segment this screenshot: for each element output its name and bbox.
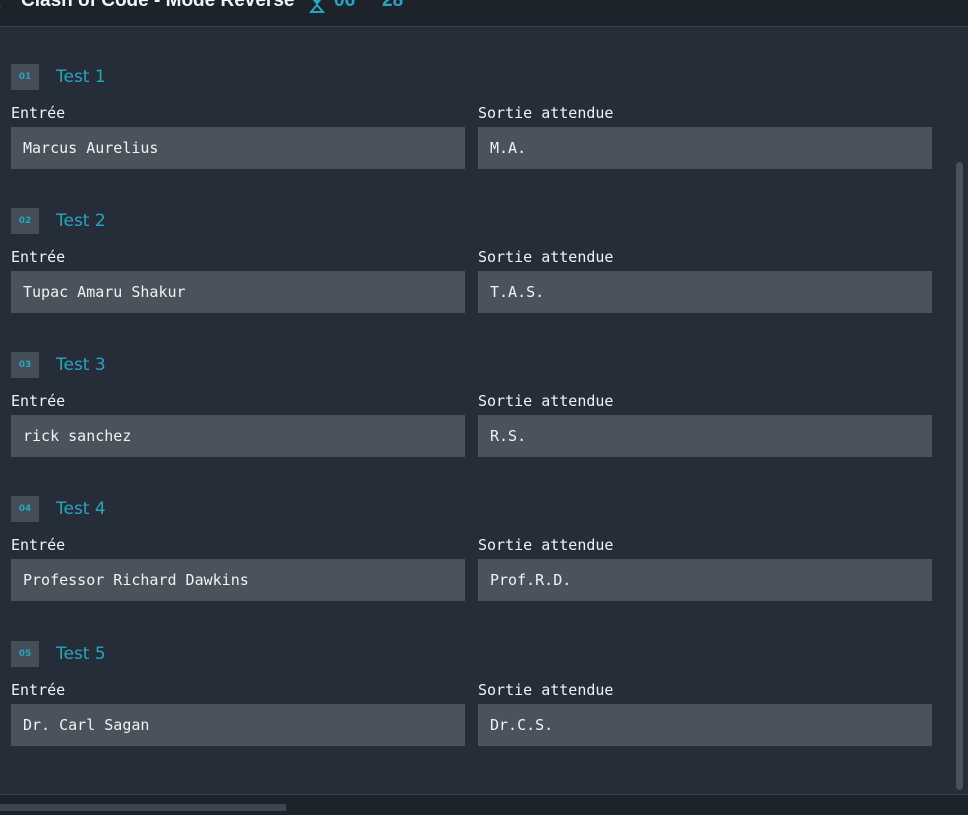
timer-seconds: 28 [382,0,404,11]
test-output-box: Prof.R.D. [478,559,932,601]
test-number-badge: 02 [11,208,39,234]
test-title: Test 4 [56,499,106,519]
page-title: Clash of Code - Mode Reverse [21,0,295,11]
test-title: Test 1 [56,67,106,87]
test-case: 04 Test 4 Entrée Sortie attendue Profess… [11,496,932,616]
expected-output-label: Sortie attendue [478,536,614,554]
test-case: 02 Test 2 Entrée Sortie attendue Tupac A… [11,208,932,328]
horizontal-scrollbar[interactable] [0,804,286,811]
test-output-box: T.A.S. [478,271,932,313]
bottom-panel-edge [0,794,968,815]
test-number-badge: 01 [11,64,39,90]
expected-output-label: Sortie attendue [478,248,614,266]
test-output-box: R.S. [478,415,932,457]
expected-output-label: Sortie attendue [478,392,614,410]
vertical-scrollbar[interactable] [956,162,963,790]
expected-output-label: Sortie attendue [478,681,614,699]
test-input-box: Dr. Carl Sagan [11,704,465,746]
test-output-box: M.A. [478,127,932,169]
expected-output-label: Sortie attendue [478,104,614,122]
timer-minutes: 06 [334,0,356,11]
input-label: Entrée [11,392,66,410]
test-number-badge: 05 [11,641,39,667]
test-number-badge: 03 [11,352,39,378]
hourglass-icon [308,0,326,13]
test-case: 03 Test 3 Entrée Sortie attendue rick sa… [11,352,932,472]
test-output-box: Dr.C.S. [478,704,932,746]
test-title: Test 5 [56,644,106,664]
test-case: 01 Test 1 Entrée Sortie attendue Marcus … [11,64,932,184]
top-bar: ‹ Clash of Code - Mode Reverse 06 28 [0,0,968,27]
input-label: Entrée [11,536,66,554]
test-input-box: Professor Richard Dawkins [11,559,465,601]
test-input-box: rick sanchez [11,415,465,457]
input-label: Entrée [11,681,66,699]
input-label: Entrée [11,248,66,266]
test-number-badge: 04 [11,496,39,522]
chevron-left-icon[interactable]: ‹ [0,0,1,14]
test-cases-panel: 01 Test 1 Entrée Sortie attendue Marcus … [0,27,952,794]
test-case: 05 Test 5 Entrée Sortie attendue Dr. Car… [11,641,932,761]
input-label: Entrée [11,104,66,122]
test-input-box: Tupac Amaru Shakur [11,271,465,313]
test-input-box: Marcus Aurelius [11,127,465,169]
test-title: Test 3 [56,355,106,375]
test-title: Test 2 [56,211,106,231]
